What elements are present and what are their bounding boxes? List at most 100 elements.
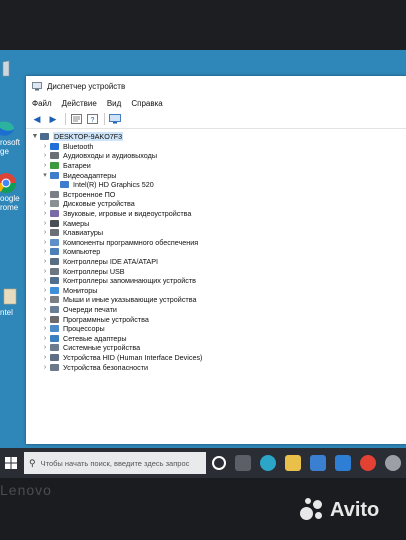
back-icon[interactable]: ◀ [30, 113, 44, 125]
tree-category[interactable]: › Сетевые адаптеры [30, 333, 406, 343]
expand-chevron-icon[interactable]: › [40, 220, 50, 227]
tree-category[interactable]: › Системные устройства [30, 343, 406, 353]
chrome-shortcut[interactable]: oogle rome [0, 172, 26, 212]
tree-category[interactable]: › Камеры [30, 218, 406, 228]
collapse-chevron-icon[interactable]: ▼ [30, 133, 40, 140]
expand-chevron-icon[interactable]: › [40, 200, 50, 207]
expand-chevron-icon[interactable]: › [40, 229, 50, 236]
tree-category[interactable]: › Встроенное ПО [30, 190, 406, 200]
expand-chevron-icon[interactable]: › [40, 344, 50, 351]
expand-chevron-icon[interactable]: › [40, 152, 50, 159]
help-icon[interactable]: ? [85, 113, 99, 125]
expand-chevron-icon[interactable]: › [40, 316, 50, 323]
expand-chevron-icon[interactable]: › [40, 239, 50, 246]
monitor-icon[interactable] [108, 113, 122, 125]
tree-category-label: Аудиовходы и аудиовыходы [63, 151, 157, 161]
tree-category[interactable]: › Контроллеры запоминающих устройств [30, 276, 406, 286]
tree-category-label: Мыши и иные указывающие устройства [63, 295, 197, 305]
tree-category-label: Контроллеры запоминающих устройств [63, 276, 196, 286]
task-view-icon[interactable] [235, 455, 251, 471]
taskbar-search-box[interactable]: ⚲ Чтобы начать поиск, введите здесь запр… [24, 452, 206, 474]
properties-icon[interactable] [69, 113, 83, 125]
settings-icon[interactable] [385, 455, 401, 471]
expand-chevron-icon[interactable]: › [40, 306, 50, 313]
edge-icon [0, 121, 14, 136]
tree-category[interactable]: › Программные устройства [30, 314, 406, 324]
edge-icon[interactable] [260, 455, 276, 471]
toolbar: ◀ ▶ ? [26, 110, 406, 129]
tree-category-label: Видеоадаптеры [63, 170, 117, 180]
taskbar: ⚲ Чтобы начать поиск, введите здесь запр… [0, 448, 406, 478]
tree-category[interactable]: › Мониторы [30, 286, 406, 296]
store-icon[interactable] [310, 455, 326, 471]
expand-chevron-icon[interactable]: › [40, 258, 50, 265]
tree-category-label: Контроллеры IDE ATA/ATAPI [63, 257, 159, 267]
brand-logo: Lenovo [0, 482, 52, 498]
expand-chevron-icon[interactable]: › [40, 248, 50, 255]
tree-category[interactable]: › Аудиовходы и аудиовыходы [30, 151, 406, 161]
forward-icon[interactable]: ▶ [46, 113, 60, 125]
expand-chevron-icon[interactable]: › [40, 162, 50, 169]
start-button[interactable] [0, 448, 22, 478]
expand-chevron-icon[interactable]: › [40, 268, 50, 275]
tree-category-label: Процессоры [63, 324, 105, 334]
tree-category-label: Мониторы [63, 285, 98, 295]
recycle-bin-icon [2, 60, 10, 77]
tree-category[interactable]: › Компьютер [30, 247, 406, 257]
edge-shortcut[interactable]: rosoft ge [0, 116, 26, 156]
tree-category[interactable]: › Мыши и иные указывающие устройства [30, 295, 406, 305]
recycle-bin-shortcut[interactable] [0, 58, 26, 80]
cortana-icon[interactable] [212, 456, 226, 470]
mail-icon[interactable] [335, 455, 351, 471]
tree-category-label: Очереди печати [63, 304, 117, 314]
tree-category[interactable]: › Устройства HID (Human Interface Devices… [30, 353, 406, 363]
device-category-icon [50, 334, 59, 342]
window-title: Диспетчер устройств [47, 81, 126, 91]
expand-chevron-icon[interactable]: › [40, 191, 50, 198]
tree-category-label: Bluetooth [63, 141, 94, 151]
expand-chevron-icon[interactable]: › [40, 143, 50, 150]
device-category-icon [50, 267, 59, 275]
expand-chevron-icon[interactable]: › [40, 335, 50, 342]
chrome-icon[interactable] [360, 455, 376, 471]
avito-text: Avito [330, 498, 380, 521]
tree-category[interactable]: › Дисковые устройства [30, 199, 406, 209]
collapse-chevron-icon[interactable]: ▾ [40, 171, 50, 179]
tree-category[interactable]: ▾ Видеоадаптеры [30, 170, 406, 180]
tree-category[interactable]: › Очереди печати [30, 305, 406, 315]
tree-category[interactable]: › Контроллеры USB [30, 266, 406, 276]
tree-category[interactable]: › Звуковые, игровые и видеоустройства [30, 209, 406, 219]
window-titlebar[interactable]: Диспетчер устройств [26, 76, 406, 96]
menu-action[interactable]: Действие [62, 99, 97, 108]
display-adapter-icon [60, 181, 69, 189]
device-category-icon [50, 229, 59, 237]
tree-category[interactable]: › Контроллеры IDE ATA/ATAPI [30, 257, 406, 267]
chrome-icon [0, 173, 17, 194]
menu-view[interactable]: Вид [107, 99, 121, 108]
expand-chevron-icon[interactable]: › [40, 287, 50, 294]
tree-root[interactable]: ▼ DESKTOP-9AKO7F3 [30, 132, 406, 142]
menu-file[interactable]: Файл [32, 99, 52, 108]
device-category-icon [50, 142, 59, 150]
expand-chevron-icon[interactable]: › [40, 325, 50, 332]
menu-bar: Файл Действие Вид Справка [26, 96, 406, 110]
tree-category[interactable]: › Клавиатуры [30, 228, 406, 238]
expand-chevron-icon[interactable]: › [40, 277, 50, 284]
expand-chevron-icon[interactable]: › [40, 364, 50, 371]
tree-category[interactable]: › Процессоры [30, 324, 406, 334]
device-category-icon [50, 296, 59, 304]
tree-category[interactable]: › Компоненты программного обеспечения [30, 238, 406, 248]
expand-chevron-icon[interactable]: › [40, 210, 50, 217]
file-explorer-icon[interactable] [285, 455, 301, 471]
tree-device[interactable]: Intel(R) HD Graphics 520 [30, 180, 406, 190]
device-category-icon [50, 200, 59, 208]
root-label: DESKTOP-9AKO7F3 [53, 132, 124, 142]
tree-category-label: Клавиатуры [63, 228, 104, 238]
tree-category[interactable]: › Bluetooth [30, 142, 406, 152]
tree-category[interactable]: › Батареи [30, 161, 406, 171]
menu-help[interactable]: Справка [131, 99, 162, 108]
intel-folder-shortcut[interactable]: ntel [0, 286, 26, 317]
tree-category[interactable]: › Устройства безопасности [30, 362, 406, 372]
expand-chevron-icon[interactable]: › [40, 354, 50, 361]
expand-chevron-icon[interactable]: › [40, 296, 50, 303]
